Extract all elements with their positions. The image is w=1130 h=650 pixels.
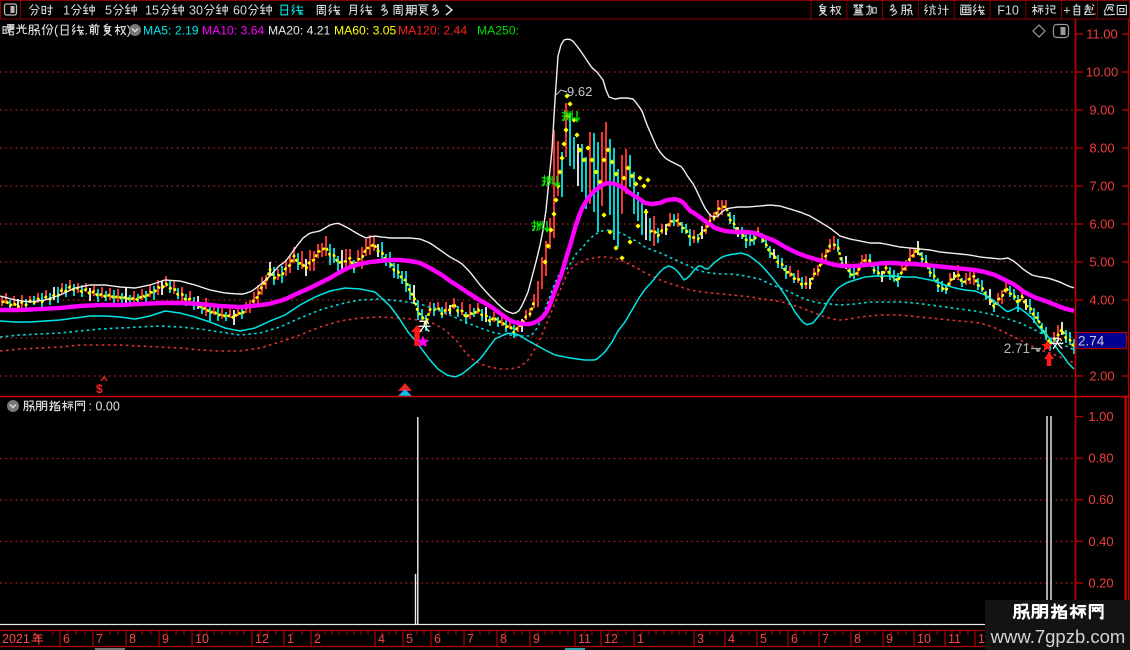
svg-text:30: 30 [189,4,203,18]
svg-text:7: 7 [822,632,829,646]
svg-text:MA60: 3.05: MA60: 3.05 [334,24,397,38]
svg-text:2021: 2021 [2,632,30,646]
svg-text:2.74: 2.74 [1078,334,1105,349]
svg-text:7: 7 [96,632,103,646]
svg-text:0.80: 0.80 [1088,451,1113,466]
svg-text:8: 8 [500,632,507,646]
svg-text:+: + [1063,4,1070,18]
svg-text:12: 12 [604,632,618,646]
svg-text:60: 60 [233,4,247,18]
svg-text:6: 6 [434,632,441,646]
svg-text:www.7gpzb.com: www.7gpzb.com [990,626,1126,647]
svg-text:0.40: 0.40 [1088,534,1113,549]
svg-text:MA5: 2.19: MA5: 2.19 [143,24,199,38]
svg-text:8: 8 [854,632,861,646]
svg-text:0.20: 0.20 [1088,575,1113,590]
svg-text:F10: F10 [997,4,1019,18]
svg-text:9.62: 9.62 [567,84,592,99]
svg-text:9.00: 9.00 [1089,103,1114,118]
svg-text:MA10: 3.64: MA10: 3.64 [202,24,265,38]
svg-text:6: 6 [63,632,70,646]
svg-text:4.00: 4.00 [1089,293,1114,308]
svg-text:5: 5 [760,632,767,646]
svg-text:11: 11 [948,632,961,646]
svg-text:4: 4 [728,632,735,646]
svg-text:0.60: 0.60 [1088,492,1113,507]
svg-text:$: $ [96,382,103,396]
svg-text:MA20: 4.21: MA20: 4.21 [268,24,331,38]
svg-text:6.00: 6.00 [1089,217,1114,232]
svg-text:9: 9 [886,632,893,646]
svg-text:: 0.00: : 0.00 [89,400,120,414]
svg-text:1.00: 1.00 [1088,409,1113,424]
svg-text:5: 5 [105,4,112,18]
svg-text:MA250:: MA250: [477,24,519,38]
svg-text:7.00: 7.00 [1089,179,1114,194]
svg-text:1: 1 [63,4,70,18]
svg-text:2.00: 2.00 [1089,369,1114,384]
svg-text:6: 6 [791,632,798,646]
svg-text:9: 9 [162,632,169,646]
svg-text:1: 1 [978,632,985,646]
svg-text:2.71: 2.71 [1004,341,1030,356]
svg-text:11.00: 11.00 [1086,27,1118,42]
svg-text:10: 10 [917,632,931,646]
svg-text:8: 8 [129,632,136,646]
svg-text:MA120: 2.44: MA120: 2.44 [398,24,467,38]
svg-text:.: . [84,23,88,38]
svg-text:3: 3 [697,632,704,646]
svg-text:1: 1 [637,632,644,646]
svg-text:7: 7 [467,632,474,646]
svg-text:8.00: 8.00 [1089,141,1114,156]
svg-text:15: 15 [145,4,159,18]
svg-text:12: 12 [255,632,269,646]
svg-text:10.00: 10.00 [1086,65,1119,80]
svg-text:(: ( [54,23,59,38]
svg-text:5.00: 5.00 [1089,255,1114,270]
svg-text:9: 9 [533,632,540,646]
svg-text:11: 11 [578,632,591,646]
